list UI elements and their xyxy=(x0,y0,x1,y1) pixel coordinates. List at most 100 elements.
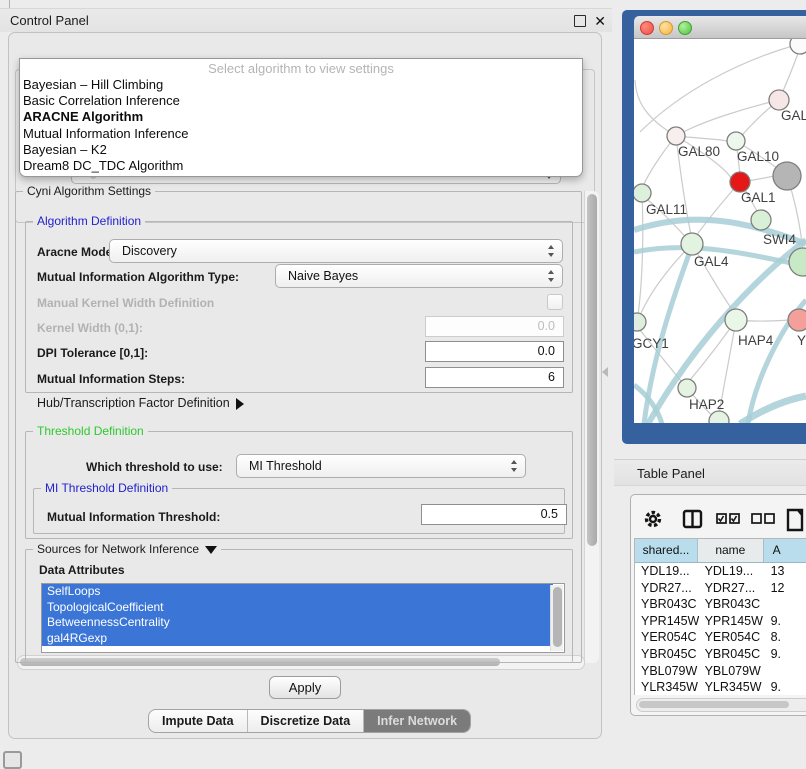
window-close-icon[interactable] xyxy=(640,21,654,35)
table-row[interactable]: YBL079WYBL079W xyxy=(635,663,806,680)
window-minimize-icon[interactable] xyxy=(659,21,673,35)
tab-infer-network[interactable]: Infer Network xyxy=(364,710,470,732)
node-table[interactable]: shared...nameA YDL19...YDL19...13YDR27..… xyxy=(634,538,806,695)
network-node[interactable] xyxy=(667,127,685,145)
scrollbar-thumb[interactable] xyxy=(587,194,597,546)
scrollbar-thumb[interactable] xyxy=(639,701,789,708)
table-row[interactable]: YPR145WYPR145W9. xyxy=(635,613,806,630)
column-header-shared[interactable]: shared... xyxy=(635,539,698,562)
algorithm-option-mutual-information-inference[interactable]: Mutual Information Inference xyxy=(20,126,582,142)
network-node[interactable] xyxy=(678,379,696,397)
tab-discretize-data[interactable]: Discretize Data xyxy=(248,710,365,732)
attribute-item-selfloops[interactable]: SelfLoops xyxy=(42,584,553,600)
network-node[interactable] xyxy=(788,309,806,331)
network-node[interactable] xyxy=(727,132,745,150)
apply-button[interactable]: Apply xyxy=(269,676,341,699)
network-node[interactable] xyxy=(790,39,806,54)
network-node[interactable] xyxy=(773,162,801,190)
network-edge[interactable] xyxy=(635,80,676,136)
kernel-width-field[interactable]: 0.0 xyxy=(425,316,564,337)
which-threshold-combo[interactable]: MI Threshold xyxy=(236,454,526,478)
attribute-item-topologicalcoefficient[interactable]: TopologicalCoefficient xyxy=(42,600,553,616)
data-attributes-list[interactable]: SelfLoopsTopologicalCoefficientBetweenne… xyxy=(41,583,565,653)
network-node[interactable] xyxy=(634,184,651,202)
column-header-a[interactable]: A xyxy=(764,539,806,562)
network-node[interactable] xyxy=(681,233,703,255)
dock-panel-icon[interactable] xyxy=(3,751,22,769)
aracne-mode-label: Aracne Mode: xyxy=(37,245,116,259)
table-row[interactable]: YDR27...YDR27...12 xyxy=(635,580,806,597)
table-cell: YER054C xyxy=(635,629,699,646)
network-node[interactable] xyxy=(751,210,771,230)
node-label-gal10: GAL10 xyxy=(737,149,779,164)
dpi-tolerance-field[interactable]: 0.0 xyxy=(425,341,564,362)
table-row[interactable]: YER054CYER054C8. xyxy=(635,629,806,646)
column-header-name[interactable]: name xyxy=(698,539,764,562)
network-node[interactable] xyxy=(769,90,789,110)
mi-threshold-field[interactable]: 0.5 xyxy=(421,504,567,525)
manual-kernel-label: Manual Kernel Width Definition xyxy=(37,296,214,310)
table-horizontal-scrollbar[interactable] xyxy=(636,698,806,712)
tab-impute-data[interactable]: Impute Data xyxy=(149,710,248,732)
checked-checkboxes-icon[interactable] xyxy=(717,514,739,523)
table-toolbar xyxy=(640,506,806,532)
table-cell xyxy=(765,663,806,680)
close-icon[interactable]: ✕ xyxy=(594,10,606,33)
network-graph[interactable]: GALGAL80GAL10GAL1GAL11GAL4SWI4GCY1HAP4YH… xyxy=(634,39,806,423)
mi-algorithm-type-combo[interactable]: Naive Bayes xyxy=(275,264,563,288)
attribute-item-betweennesscentrality[interactable]: BetweennessCentrality xyxy=(42,615,553,631)
window-zoom-icon[interactable] xyxy=(678,21,692,35)
table-panel-titlebar: Table Panel xyxy=(614,459,806,486)
table-row[interactable]: YLR345WYLR345W9. xyxy=(635,679,806,695)
settings-vertical-scrollbar[interactable] xyxy=(584,191,599,663)
algorithm-option-bayesian-k2[interactable]: Bayesian – K2 xyxy=(20,142,582,158)
algorithm-placeholder: Select algorithm to view settings xyxy=(20,61,582,77)
scrollbar-thumb[interactable] xyxy=(553,587,562,647)
hub-transcription-section[interactable]: Hub/Transcription Factor Definition xyxy=(37,396,244,410)
manual-kernel-checkbox[interactable] xyxy=(547,294,563,310)
network-node[interactable] xyxy=(709,411,729,423)
expand-arrow-icon[interactable] xyxy=(236,398,244,410)
network-edge[interactable] xyxy=(638,193,643,315)
node-label-gal11: GAL11 xyxy=(646,202,687,217)
algorithm-option-basic-correlation-inference[interactable]: Basic Correlation Inference xyxy=(20,93,582,109)
network-canvas[interactable]: GALGAL80GAL10GAL1GAL11GAL4SWI4GCY1HAP4YH… xyxy=(634,39,806,423)
network-node[interactable] xyxy=(634,313,646,331)
network-edge[interactable] xyxy=(639,244,692,318)
split-columns-icon[interactable] xyxy=(684,511,701,527)
network-node[interactable] xyxy=(725,309,747,331)
gear-icon[interactable] xyxy=(647,513,660,526)
mi-steps-field[interactable]: 6 xyxy=(425,367,564,388)
aracne-mode-combo[interactable]: Discovery xyxy=(109,239,563,263)
unchecked-checkboxes-icon[interactable] xyxy=(752,514,774,523)
table-cell: YDR27... xyxy=(699,580,765,597)
table-cell: 9. xyxy=(765,613,806,630)
attribute-item-gal4rgexp[interactable]: gal4RGexp xyxy=(42,631,553,647)
group-title: MI Threshold Definition xyxy=(41,481,172,495)
table-cell: YPR145W xyxy=(635,613,699,630)
algorithm-option-aracne-algorithm[interactable]: ARACNE Algorithm xyxy=(20,109,582,125)
table-row[interactable]: YBR045CYBR045C9. xyxy=(635,646,806,663)
node-label-gal1: GAL1 xyxy=(741,190,776,205)
table-cell: 12 xyxy=(765,580,806,597)
collapse-arrow-icon[interactable] xyxy=(205,546,217,554)
table-cell: YDL19... xyxy=(699,563,765,580)
algorithm-option-dream8-dc-tdc-algorithm[interactable]: Dream8 DC_TDC Algorithm xyxy=(20,158,582,174)
window-edge-line xyxy=(9,0,10,8)
network-edge[interactable] xyxy=(695,182,740,237)
float-window-icon[interactable] xyxy=(574,15,586,27)
table-row[interactable]: YBR043CYBR043C xyxy=(635,596,806,613)
list-vertical-scrollbar[interactable] xyxy=(550,585,563,651)
table-row[interactable]: YDL19...YDL19...13 xyxy=(635,563,806,580)
file-icon[interactable] xyxy=(788,510,802,530)
table-cell: YBL079W xyxy=(699,663,765,680)
table-header-row: shared...nameA xyxy=(635,539,806,563)
network-node[interactable] xyxy=(730,172,750,192)
mi-steps-label: Mutual Information Steps: xyxy=(37,372,185,386)
network-edge[interactable] xyxy=(640,44,800,132)
panel-splitter-handle-icon[interactable] xyxy=(602,367,608,377)
algorithm-option-bayesian-hill-climbing[interactable]: Bayesian – Hill Climbing xyxy=(20,77,582,93)
table-cell: YBR043C xyxy=(635,596,699,613)
network-edge[interactable] xyxy=(678,100,779,135)
group-title: Algorithm Definition xyxy=(33,214,145,228)
